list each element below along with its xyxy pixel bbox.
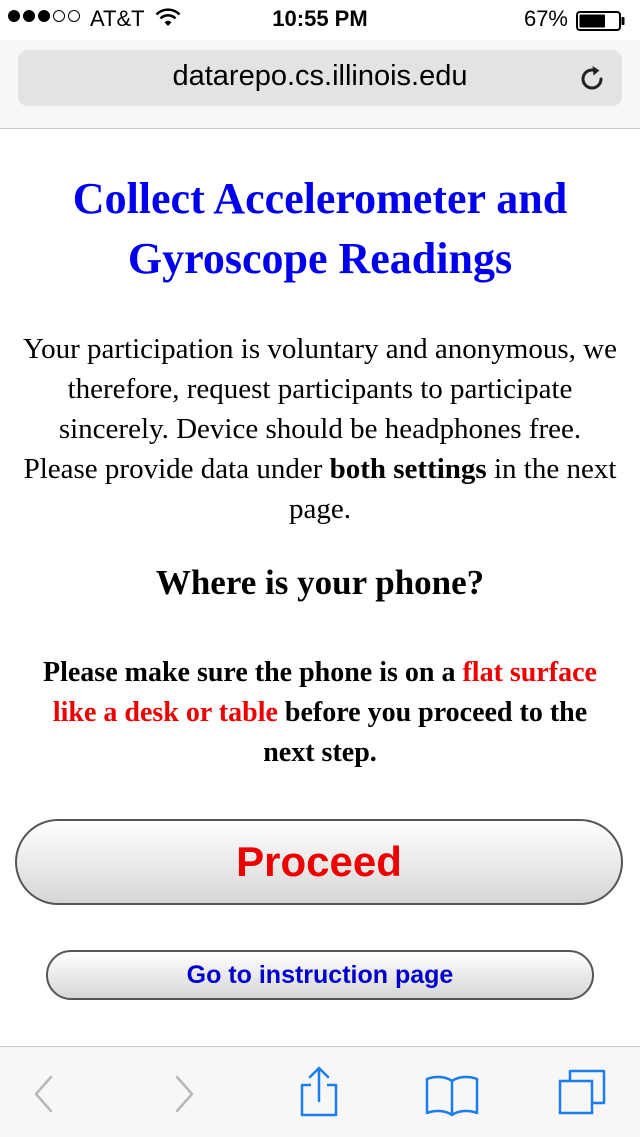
instruction-text: Please make sure the phone is on a flat … [40, 653, 600, 773]
address-bar[interactable]: datarepo.cs.illinois.edu [18, 50, 622, 106]
share-icon[interactable] [294, 1065, 344, 1117]
back-icon[interactable] [20, 1071, 70, 1117]
status-bar: AT&T 10:55 PM 67% [0, 0, 640, 40]
instruction-text-end: before you proceed to the next step. [263, 697, 588, 768]
proceed-button[interactable]: Proceed [15, 819, 623, 905]
browser-address-area: datarepo.cs.illinois.edu [0, 40, 640, 129]
intro-bold-text: both settings [329, 453, 487, 485]
battery-icon [576, 11, 626, 31]
bookmarks-icon[interactable] [424, 1071, 479, 1117]
question-heading: Where is your phone? [155, 563, 485, 602]
battery-percentage: 67% [523, 6, 568, 31]
intro-paragraph: Your participation is voluntary and anon… [20, 329, 620, 529]
page-title: Collect Accelerometer and Gyroscope Read… [72, 174, 568, 283]
forward-icon[interactable] [158, 1071, 208, 1117]
url-text[interactable]: datarepo.cs.illinois.edu [18, 60, 622, 93]
instruction-page-button[interactable]: Go to instruction page [46, 950, 594, 1000]
tabs-icon[interactable] [556, 1067, 606, 1115]
instruction-text-start: Please make sure the phone is on a [42, 657, 463, 688]
browser-toolbar [0, 1046, 640, 1137]
reload-icon[interactable] [576, 63, 608, 95]
web-page-content: Collect Accelerometer and Gyroscope Read… [0, 129, 640, 1046]
